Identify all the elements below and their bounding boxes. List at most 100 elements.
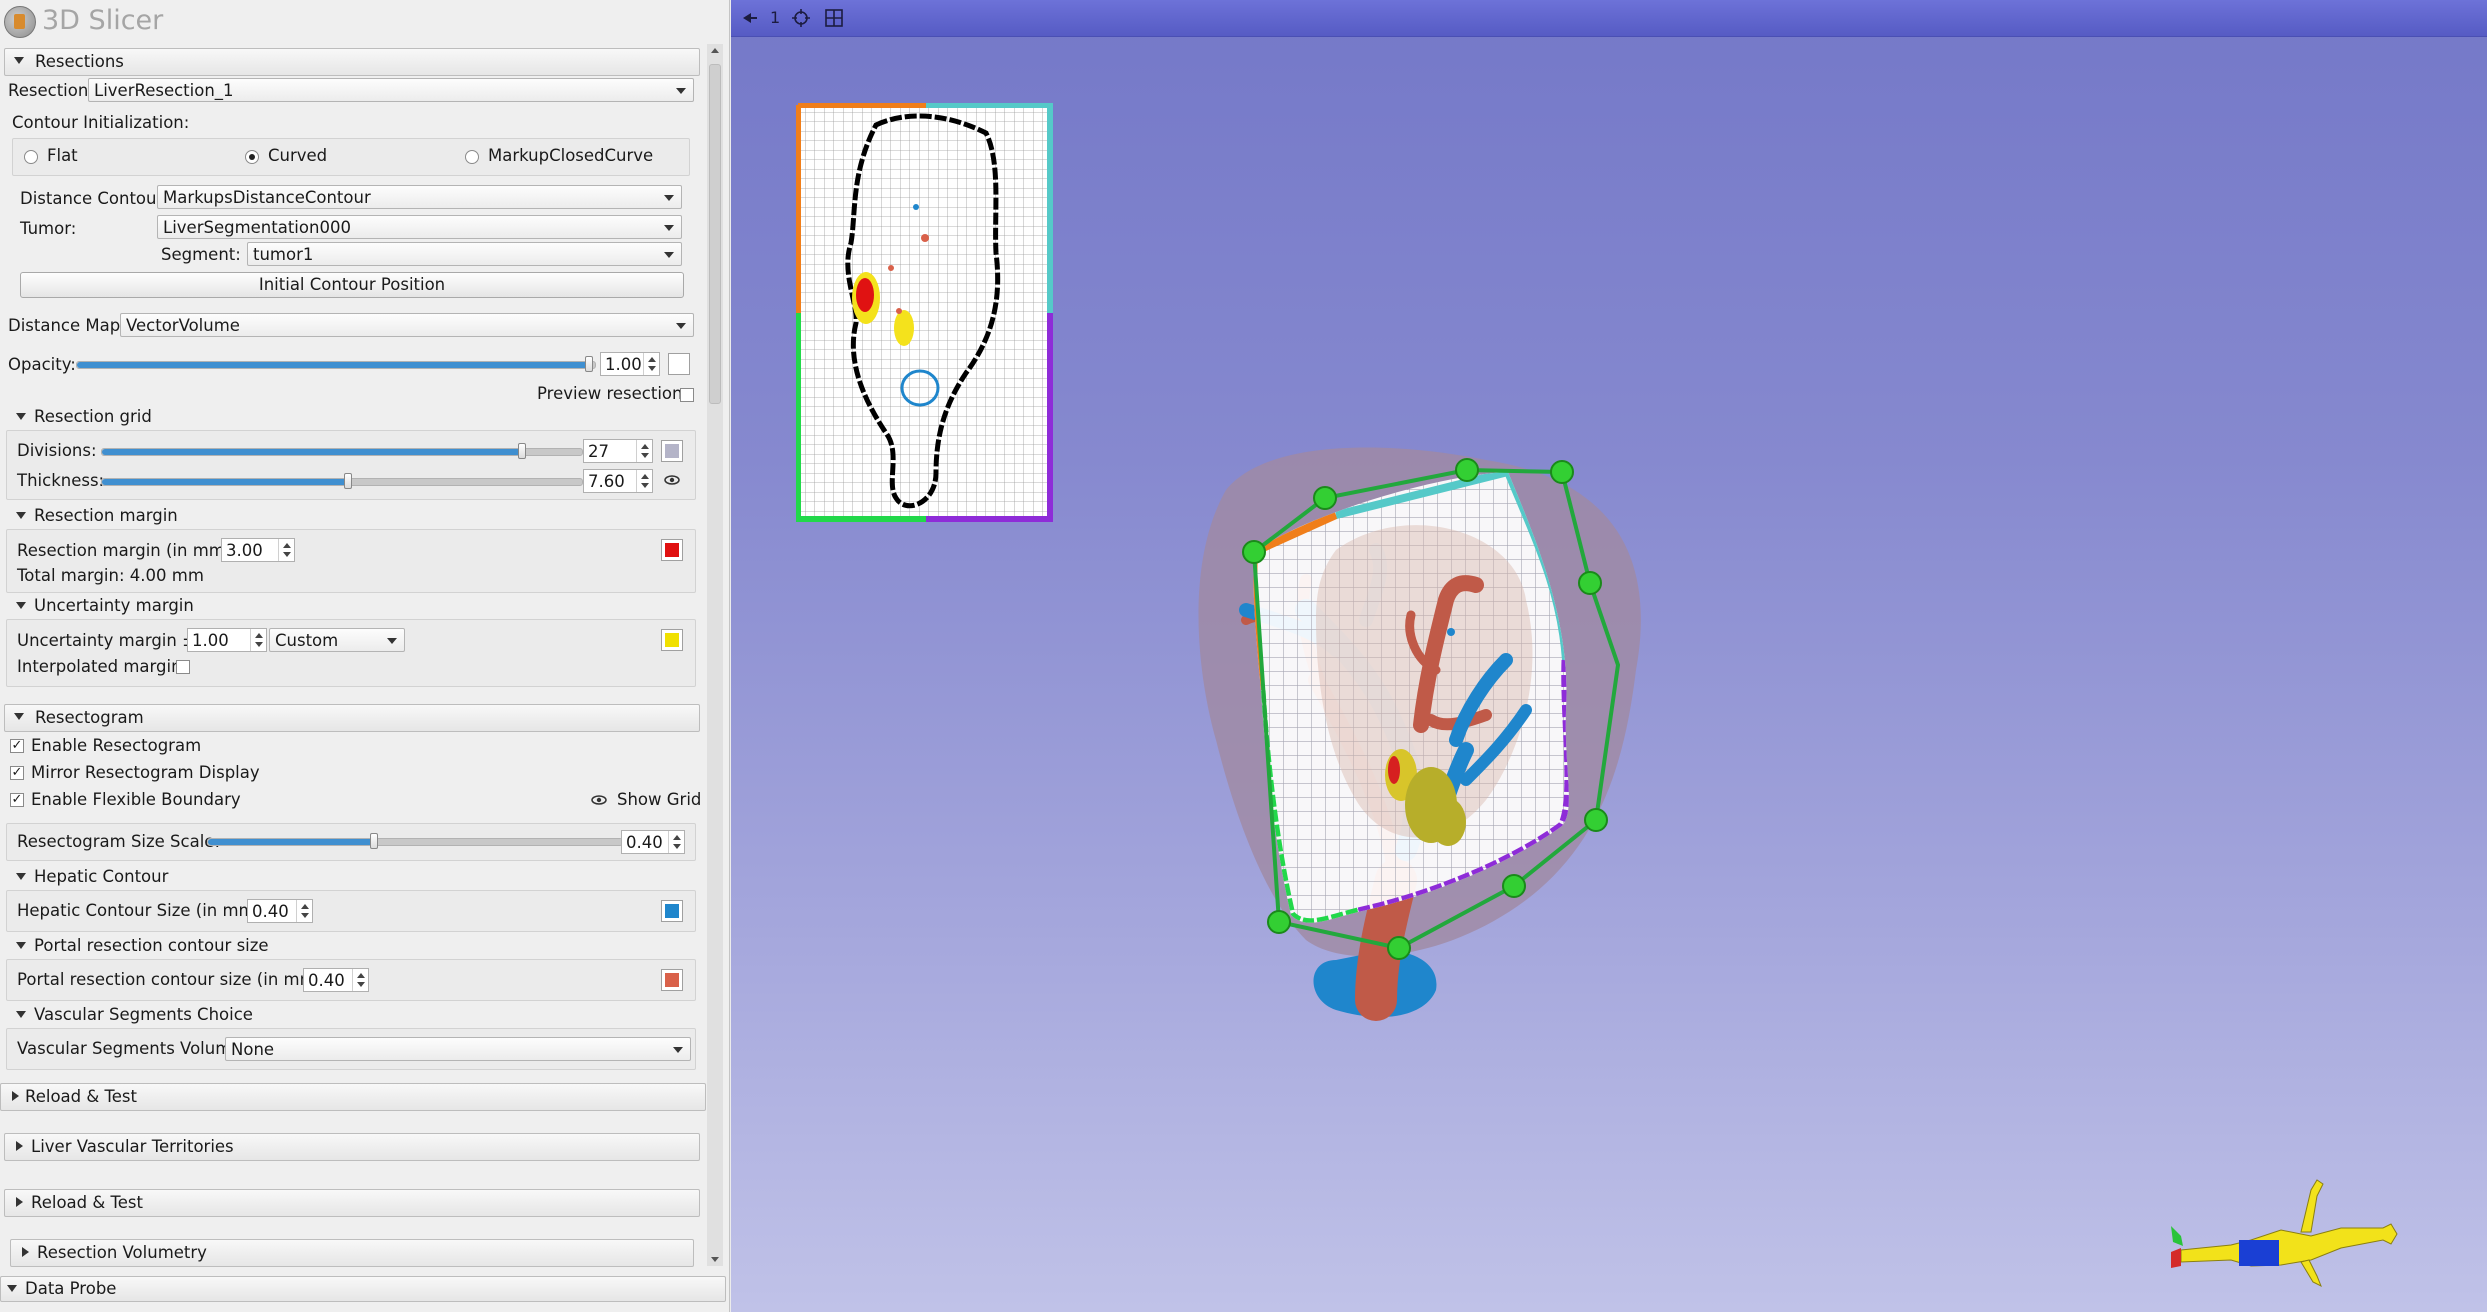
eye-icon[interactable] xyxy=(663,473,681,487)
uncertainty-margin-header[interactable]: Uncertainty margin xyxy=(4,594,698,618)
expand-arrow-icon xyxy=(16,1197,23,1207)
layout-grid-icon[interactable] xyxy=(825,9,843,27)
hepatic-contour-header[interactable]: Hepatic Contour xyxy=(4,865,698,889)
pin-icon[interactable] xyxy=(741,10,759,26)
3d-view[interactable]: 1 xyxy=(731,0,2487,1312)
collapse-arrow-icon xyxy=(16,942,26,949)
mirror-resectogram-checkbox[interactable]: ✓ xyxy=(10,766,24,780)
distance-map-select[interactable]: VectorVolume xyxy=(120,313,694,337)
spin-arrows-icon[interactable] xyxy=(352,969,368,991)
scroll-up-icon[interactable] xyxy=(711,48,719,53)
enable-resectogram-checkbox[interactable]: ✓ xyxy=(10,739,24,753)
tumor-select[interactable]: LiverSegmentation000 xyxy=(157,215,682,239)
segment-select[interactable]: tumor1 xyxy=(247,242,682,266)
show-grid-label[interactable]: Show Grid xyxy=(617,790,701,809)
thickness-label: Thickness: xyxy=(17,471,105,490)
spin-arrows-icon[interactable] xyxy=(636,470,652,492)
vascular-segments-group: Vascular Segments Volume None xyxy=(6,1028,696,1070)
reload-test-header-2[interactable]: Reload & Test xyxy=(4,1189,700,1217)
resectogram-size-spinbox[interactable]: 0.40 xyxy=(621,830,685,854)
reload-test-header-1[interactable]: Reload & Test xyxy=(0,1083,706,1111)
hepatic-contour-spinbox[interactable]: 0.40 xyxy=(247,899,313,923)
resection-grid-header[interactable]: Resection grid xyxy=(4,405,698,429)
spin-arrows-icon[interactable] xyxy=(278,539,294,561)
resectogram-size-slider-handle[interactable] xyxy=(370,833,378,849)
divisions-spinbox[interactable]: 27 xyxy=(583,439,653,463)
segment-value: tumor1 xyxy=(253,245,314,264)
opacity-slider-handle[interactable] xyxy=(585,356,593,372)
resection-margin-header-label: Resection margin xyxy=(34,506,178,525)
divisions-slider-handle[interactable] xyxy=(518,443,526,459)
resection-margin-header[interactable]: Resection margin xyxy=(4,504,698,528)
opacity-color-swatch[interactable] xyxy=(668,353,690,375)
margin-color-swatch[interactable] xyxy=(661,539,683,561)
panel-scrollbar[interactable] xyxy=(707,44,723,1266)
data-probe-label: Data Probe xyxy=(25,1279,117,1298)
interpolated-margin-checkbox[interactable] xyxy=(176,660,190,674)
portal-contour-group: Portal resection contour size (in mm): 0… xyxy=(6,959,696,1001)
view-controller-bar: 1 xyxy=(731,0,2487,37)
expand-arrow-icon xyxy=(12,1091,19,1101)
spin-arrows-icon[interactable] xyxy=(668,831,684,853)
spin-arrows-icon[interactable] xyxy=(636,440,652,462)
thickness-spinbox[interactable]: 7.60 xyxy=(583,469,653,493)
scroll-down-icon[interactable] xyxy=(711,1257,719,1262)
scrollbar-thumb[interactable] xyxy=(709,64,721,404)
grid-color-swatch[interactable] xyxy=(661,440,683,462)
collapse-arrow-icon xyxy=(16,1011,26,1018)
spin-arrows-icon[interactable] xyxy=(296,900,312,922)
thickness-slider[interactable] xyxy=(101,473,583,489)
preview-resection-checkbox[interactable] xyxy=(680,388,694,402)
resection-margin-spinbox[interactable]: 3.00 xyxy=(221,538,295,562)
resection-grid-group: Divisions: 27 Thickness: 7.60 xyxy=(6,430,696,500)
resectogram-header-label: Resectogram xyxy=(35,708,144,727)
portal-contour-spinbox[interactable]: 0.40 xyxy=(303,968,369,992)
liver-vascular-territories-header[interactable]: Liver Vascular Territories xyxy=(4,1133,700,1161)
mirror-resectogram-label: Mirror Resectogram Display xyxy=(31,763,260,782)
app-title: 3D Slicer xyxy=(42,5,164,36)
radio-curved[interactable] xyxy=(245,150,259,164)
resection-grid-header-label: Resection grid xyxy=(34,407,152,426)
thickness-slider-handle[interactable] xyxy=(344,473,352,489)
vascular-segments-label: Vascular Segments Volume xyxy=(17,1039,242,1058)
distance-contour-select[interactable]: MarkupsDistanceContour xyxy=(157,185,682,209)
eye-icon[interactable] xyxy=(590,793,608,807)
collapse-arrow-icon xyxy=(14,713,24,720)
portal-contour-value: 0.40 xyxy=(308,971,345,990)
resection-volumetry-label: Resection Volumetry xyxy=(37,1243,207,1262)
divisions-slider[interactable] xyxy=(101,443,583,459)
radio-markup-closed-curve[interactable] xyxy=(465,150,479,164)
vascular-segments-header-label: Vascular Segments Choice xyxy=(34,1005,253,1024)
uncertainty-mode-select[interactable]: Custom xyxy=(269,628,405,652)
distance-contour-value: MarkupsDistanceContour xyxy=(163,188,371,207)
resection-select[interactable]: LiverResection_1 xyxy=(88,78,694,102)
collapse-arrow-icon xyxy=(16,512,26,519)
collapse-arrow-icon xyxy=(16,602,26,609)
uncertainty-color-swatch[interactable] xyxy=(661,629,683,651)
liver-vascular-territories-label: Liver Vascular Territories xyxy=(31,1137,234,1156)
spin-arrows-icon[interactable] xyxy=(643,353,659,375)
app-window: 3D Slicer Resections Resection: LiverRes… xyxy=(0,0,2487,1312)
chevron-down-icon xyxy=(676,323,686,329)
spin-arrows-icon[interactable] xyxy=(250,629,266,651)
flexible-boundary-checkbox[interactable]: ✓ xyxy=(10,793,24,807)
resections-section-header[interactable]: Resections xyxy=(4,48,700,76)
radio-flat[interactable] xyxy=(24,150,38,164)
uncertainty-margin-spinbox[interactable]: 1.00 xyxy=(187,628,267,652)
portal-color-swatch[interactable] xyxy=(661,969,683,991)
initial-contour-position-button[interactable]: Initial Contour Position xyxy=(20,272,684,298)
vascular-segments-header[interactable]: Vascular Segments Choice xyxy=(4,1003,698,1027)
opacity-spinbox[interactable]: 1.00 xyxy=(600,352,660,376)
resectogram-size-slider[interactable] xyxy=(207,833,623,849)
thickness-slider-fill xyxy=(102,479,348,485)
total-margin-text: Total margin: 4.00 mm xyxy=(17,566,204,585)
collapse-arrow-icon xyxy=(16,413,26,420)
vascular-segments-select[interactable]: None xyxy=(225,1037,691,1061)
resectogram-section-header[interactable]: Resectogram xyxy=(4,704,700,732)
data-probe-header[interactable]: Data Probe xyxy=(0,1276,726,1302)
crosshair-icon[interactable] xyxy=(791,8,811,28)
opacity-slider[interactable] xyxy=(76,356,596,372)
hepatic-color-swatch[interactable] xyxy=(661,900,683,922)
resection-volumetry-header[interactable]: Resection Volumetry xyxy=(10,1239,694,1267)
portal-contour-header[interactable]: Portal resection contour size xyxy=(4,934,698,958)
